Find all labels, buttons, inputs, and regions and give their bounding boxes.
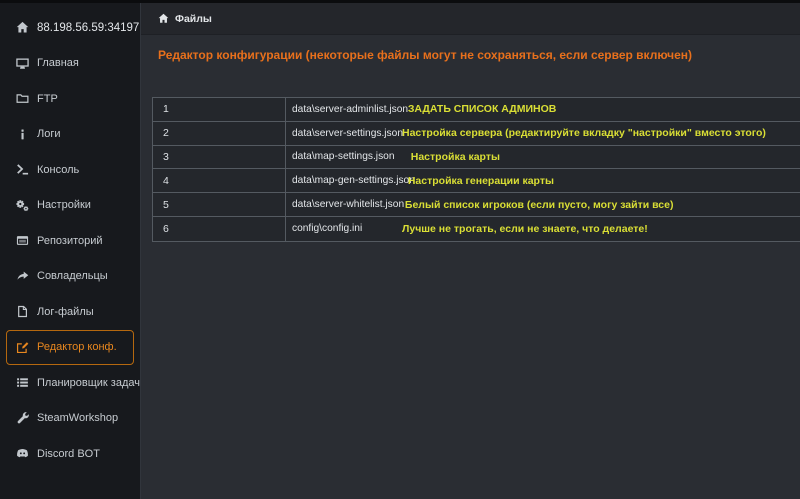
row-number-cell: 5 (153, 193, 286, 216)
sidebar-item-label: 88.198.56.59:34197 (37, 22, 139, 34)
sidebar-item-label: Планировщик задач (37, 377, 140, 389)
main-area: Файлы Редактор конфигурации (некоторые ф… (141, 3, 800, 499)
sidebar-item-label: Главная (37, 57, 79, 69)
row-filename-cell: data\server-adminlist.json (286, 98, 402, 121)
table-row[interactable]: 1 data\server-adminlist.json ЗАДАТЬ СПИС… (153, 98, 800, 122)
share-icon (15, 269, 29, 283)
file-icon (15, 305, 29, 319)
row-filename-cell: data\server-whitelist.json (286, 193, 402, 216)
table-row[interactable]: 3 data\map-settings.json Настройка карты (153, 146, 800, 170)
discord-icon (15, 447, 29, 461)
breadcrumb[interactable]: Файлы (175, 13, 212, 25)
info-icon (15, 127, 29, 141)
row-number-cell: 6 (153, 217, 286, 241)
wrench-icon (15, 411, 29, 425)
sidebar-item-label: Настройки (37, 199, 91, 211)
row-description-cell: Настройка карты (402, 146, 800, 169)
row-number-cell: 3 (153, 146, 286, 169)
table-row[interactable]: 6 config\config.ini Лучше не трогать, ес… (153, 217, 800, 241)
sidebar-item-label: Совладельцы (37, 270, 108, 282)
sidebar-item-label: Логи (37, 128, 61, 140)
window-icon (15, 234, 29, 248)
sidebar-item-label: Лог-файлы (37, 306, 94, 318)
edit-icon (15, 340, 29, 354)
sidebar-item-settings[interactable]: Настройки (6, 188, 134, 224)
home-icon (15, 21, 29, 35)
sidebar-item-discord-bot[interactable]: Discord BOT (6, 436, 134, 472)
sidebar-item-console[interactable]: Консоль (6, 152, 134, 188)
sidebar-item-task-scheduler[interactable]: Планировщик задач (6, 365, 134, 401)
content: Редактор конфигурации (некоторые файлы м… (141, 35, 800, 499)
sidebar-item-label: FTP (37, 93, 58, 105)
table-row[interactable]: 5 data\server-whitelist.json Белый списо… (153, 193, 800, 217)
table-row[interactable]: 2 data\server-settings.json Настройка се… (153, 122, 800, 146)
sidebar-item-logs[interactable]: Логи (6, 117, 134, 153)
sidebar-item-steam-workshop[interactable]: SteamWorkshop (6, 401, 134, 437)
sidebar-item-label: Discord BOT (37, 448, 100, 460)
breadcrumb-bar: Файлы (141, 3, 800, 35)
sidebar-item-config-editor[interactable]: Редактор конф. (6, 330, 134, 366)
row-filename-cell: config\config.ini (286, 217, 402, 241)
row-filename-cell: data\map-gen-settings.json (286, 169, 402, 192)
folder-icon (15, 92, 29, 106)
gears-icon (15, 198, 29, 212)
sidebar-item-co-owners[interactable]: Совладельцы (6, 259, 134, 295)
sidebar-item-label: Репозиторий (37, 235, 103, 247)
files-table: 1 data\server-adminlist.json ЗАДАТЬ СПИС… (152, 97, 800, 242)
sidebar-item-label: SteamWorkshop (37, 412, 118, 424)
page-title: Редактор конфигурации (некоторые файлы м… (158, 48, 800, 62)
table-row[interactable]: 4 data\map-gen-settings.json Настройка г… (153, 169, 800, 193)
row-number-cell: 4 (153, 169, 286, 192)
terminal-icon (15, 163, 29, 177)
row-description-cell: ЗАДАТЬ СПИСОК АДМИНОВ (402, 98, 800, 121)
sidebar: 88.198.56.59:34197 Главная FTP Логи Конс… (0, 3, 141, 499)
sidebar-item-label: Редактор конф. (37, 341, 117, 353)
sidebar-item-ftp[interactable]: FTP (6, 81, 134, 117)
row-description-cell: Лучше не трогать, если не знаете, что де… (402, 217, 800, 241)
app: 88.198.56.59:34197 Главная FTP Логи Конс… (0, 0, 800, 499)
row-description-cell: Настройка генерации карты (402, 169, 800, 192)
row-description-cell: Настройка сервера (редактируйте вкладку … (402, 122, 800, 145)
row-number-cell: 2 (153, 122, 286, 145)
row-number-cell: 1 (153, 98, 286, 121)
sidebar-item-label: Консоль (37, 164, 79, 176)
sidebar-item-log-files[interactable]: Лог-файлы (6, 294, 134, 330)
home-icon (158, 13, 170, 25)
monitor-icon (15, 56, 29, 70)
sidebar-item-main[interactable]: Главная (6, 46, 134, 82)
row-filename-cell: data\map-settings.json (286, 146, 402, 169)
row-description-cell: Белый список игроков (если пусто, могу з… (402, 193, 800, 216)
layout: 88.198.56.59:34197 Главная FTP Логи Конс… (0, 3, 800, 499)
list-icon (15, 376, 29, 390)
sidebar-item-repository[interactable]: Репозиторий (6, 223, 134, 259)
sidebar-item-server-address[interactable]: 88.198.56.59:34197 (6, 10, 134, 46)
row-filename-cell: data\server-settings.json (286, 122, 402, 145)
